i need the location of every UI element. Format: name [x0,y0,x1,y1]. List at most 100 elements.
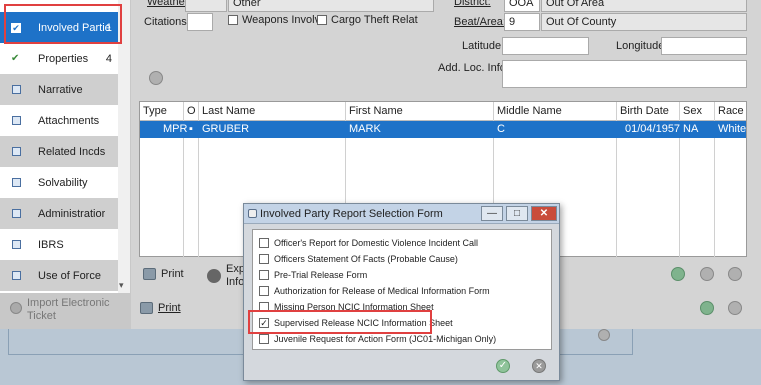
app-icon [248,209,257,218]
dialog-ok-button[interactable]: ✓ [496,359,510,373]
cargo-theft-checkbox[interactable] [317,15,327,25]
report-label: Authorization for Release of Medical Inf… [274,286,490,296]
doc-icon [12,178,21,187]
print-label: Print [161,268,184,280]
report-selection-dialog: Involved Party Report Selection Form — □… [243,203,560,381]
sidebar-item-label: Administratior [38,207,106,220]
column-header-birth-date[interactable]: Birth Date [620,105,669,117]
report-checkbox[interactable] [259,270,269,280]
report-item[interactable]: Authorization for Release of Medical Inf… [259,286,490,296]
doc-icon [12,116,21,125]
ok-button[interactable] [700,301,714,315]
print-button-2[interactable]: Print [140,302,181,314]
report-item[interactable]: Officer's Report for Domestic Violence I… [259,238,478,248]
beat-area-label: Beat/Area: [454,16,506,28]
doc-icon [12,85,21,94]
district-code-field[interactable]: OOA [504,0,540,12]
edit-button[interactable] [700,267,714,281]
report-checkbox[interactable] [259,238,269,248]
column-header-middle-name[interactable]: Middle Name [497,105,562,117]
report-checkbox[interactable] [259,254,269,264]
report-label: Juvenile Request for Action Form (JC01-M… [274,334,497,344]
import-ticket-label-line2: Ticket [27,310,56,322]
print-button[interactable]: Print [143,268,184,280]
add-loc-info-field[interactable] [502,60,747,88]
export-icon [207,269,221,283]
chevron-down-icon[interactable]: ▾ [119,280,124,291]
cell-birth-date: 01/04/1957 [625,123,681,135]
highlight-box [4,4,122,44]
sidebar-item-related-incds[interactable]: Related Incds [0,136,118,167]
settings-icon[interactable] [598,329,610,341]
sidebar-item-narrative[interactable]: Narrative [0,74,118,105]
report-checkbox[interactable] [259,334,269,344]
sidebar-item-solvability[interactable]: Solvability [0,167,118,198]
longitude-label: Longitude [616,40,665,52]
column-header-last-name[interactable]: Last Name [202,105,255,117]
column-header-sex[interactable]: Sex [683,105,702,117]
report-item[interactable]: Pre-Trial Release Form [259,270,367,280]
report-label: Officer's Report for Domestic Violence I… [274,238,478,248]
dialog-titlebar[interactable]: Involved Party Report Selection Form — □… [244,204,559,224]
weather-value-field[interactable]: Other [228,0,434,12]
doc-icon [12,240,21,249]
sidebar-item-label: Related Incds [38,145,106,158]
dialog-cancel-button[interactable]: ✕ [532,359,546,373]
sidebar-item-ibrs[interactable]: IBRS [0,229,118,260]
sidebar-item-label: Narrative [38,83,83,96]
report-label: Pre-Trial Release Form [274,270,368,280]
print-label: Print [158,302,181,314]
cell-last-name: GRUBER [202,123,250,135]
cancel-button[interactable] [728,301,742,315]
cell-sex: NA [683,123,699,135]
sidebar-item-label: IBRS [38,238,64,251]
table-row[interactable]: MPR ▪ GRUBER MARK C 01/04/1957 NA White [140,121,746,138]
sidebar-item-label: Properties [38,52,89,65]
longitude-field[interactable] [661,37,747,55]
add-loc-info-label: Add. Loc. Info: [438,62,509,74]
doc-icon [12,209,21,218]
report-label: Officers Statement Of Facts (Probable Ca… [274,254,458,264]
delete-button[interactable] [728,267,742,281]
column-header-type[interactable]: Type [143,105,167,117]
sidebar-item-attachments[interactable]: Attachments [0,105,118,136]
report-item[interactable]: Officers Statement Of Facts (Probable Ca… [259,254,458,264]
column-header-race[interactable]: Race [718,105,744,117]
printer-icon [140,302,153,314]
dialog-title: Involved Party Report Selection Form [260,208,443,220]
district-value-field[interactable]: Out Of Area [541,0,747,12]
column-header-first-name[interactable]: First Name [349,105,403,117]
beat-code-field[interactable]: 9 [504,13,540,31]
import-ticket-label-line1: Import Electronic [27,297,110,309]
sidebar-item-administration[interactable]: Administratior [0,198,118,229]
latitude-field[interactable] [502,37,589,55]
report-checkbox[interactable] [259,286,269,296]
maximize-button[interactable]: □ [506,206,528,221]
import-ticket-button[interactable]: Import Electronic Ticket [0,293,131,329]
doc-icon [12,271,21,280]
minimize-button[interactable]: — [481,206,503,221]
status-icon[interactable] [149,71,163,85]
close-button[interactable]: ✕ [531,206,557,221]
report-item[interactable]: Juvenile Request for Action Form (JC01-M… [259,334,496,344]
doc-icon [12,147,21,156]
beat-value-field[interactable]: Out Of County [541,13,747,31]
column-header-o[interactable]: O [187,105,196,117]
weapons-involved-checkbox[interactable] [228,15,238,25]
sidebar-item-properties[interactable]: ✔ Properties 4 [0,43,118,74]
cell-middle-name: C [497,123,505,135]
add-button[interactable] [671,267,685,281]
cell-race: White [718,123,747,135]
district-label: District: [454,0,491,8]
cell-first-name: MARK [349,123,381,135]
weather-code-field[interactable] [185,0,227,12]
check-icon: ✔ [11,53,20,64]
printer-icon [143,268,156,280]
cargo-theft-label: Cargo Theft Relat [331,14,418,26]
citations-stepper[interactable] [187,13,213,31]
cell-o: ▪ [189,123,193,135]
cell-type: MPR [163,123,188,135]
highlight-box [248,310,432,334]
sidebar-item-use-of-force[interactable]: Use of Force [0,260,118,291]
sidebar-item-label: Attachments [38,114,100,127]
